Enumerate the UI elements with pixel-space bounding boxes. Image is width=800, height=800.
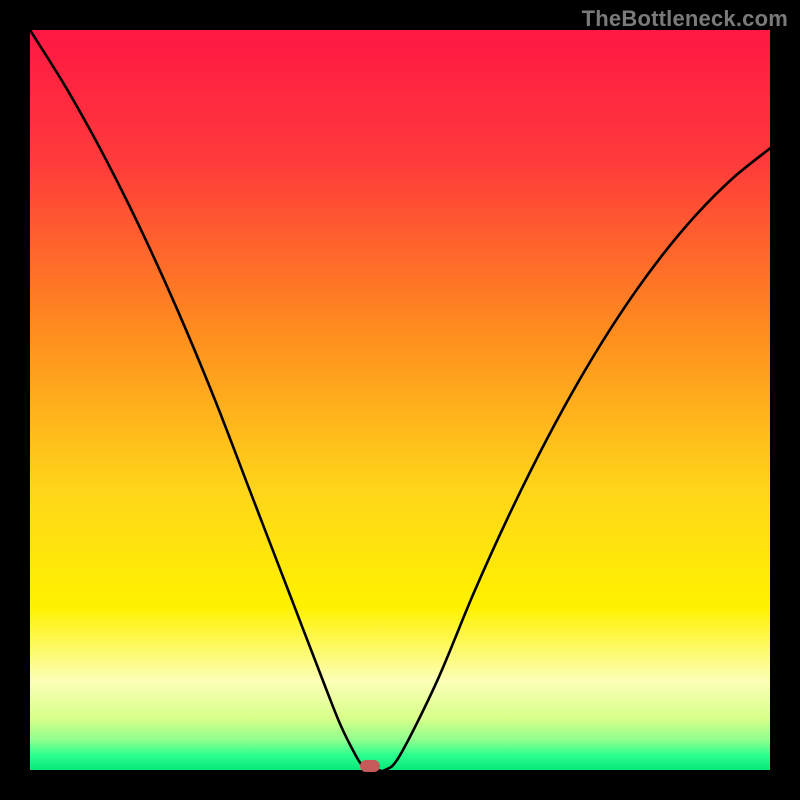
curve-svg [30, 30, 770, 770]
watermark-text: TheBottleneck.com [582, 6, 788, 32]
bottleneck-curve [30, 30, 770, 771]
chart-frame: TheBottleneck.com [0, 0, 800, 800]
plot-area [30, 30, 770, 770]
optimal-marker [360, 760, 380, 772]
